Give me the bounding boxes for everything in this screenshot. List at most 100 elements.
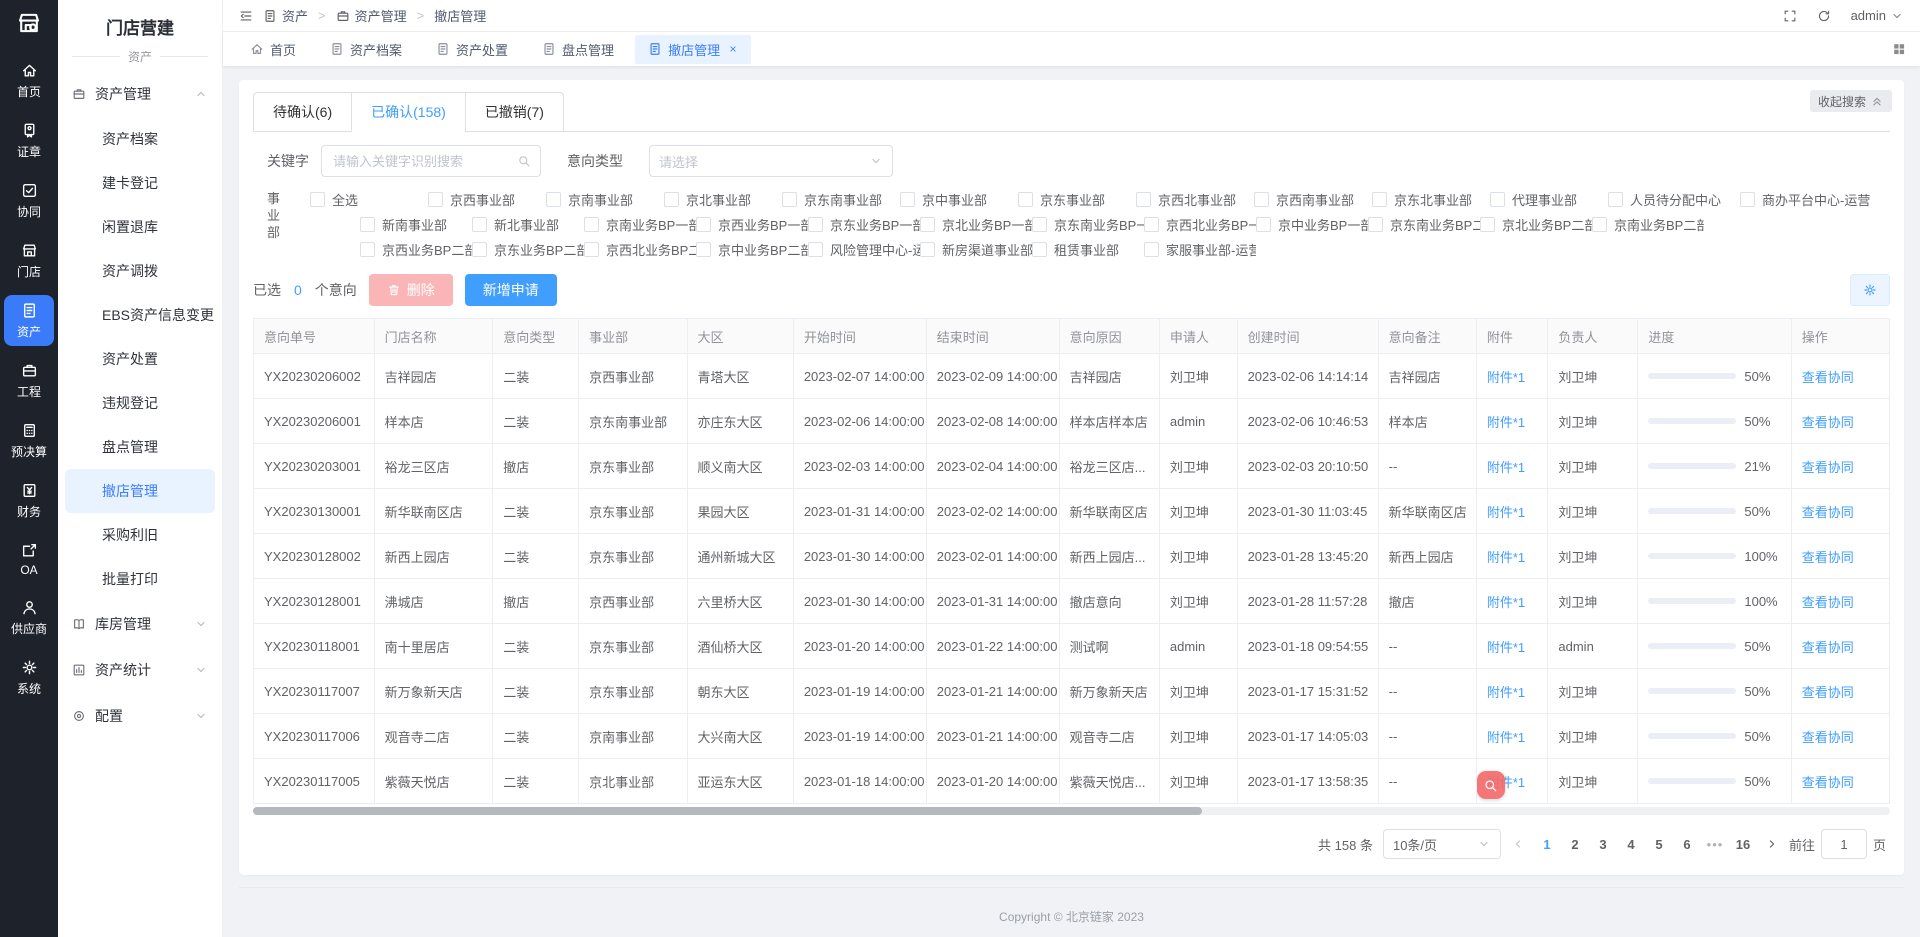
breadcrumb-item[interactable]: 撤店管理: [434, 6, 486, 25]
status-tab[interactable]: 已确认(158): [351, 92, 466, 132]
table-row[interactable]: YX20230128001沸城店撤店京西事业部六里桥大区2023-01-30 1…: [254, 579, 1890, 624]
dept-checkbox[interactable]: 京东南事业部: [782, 190, 900, 209]
dept-checkbox[interactable]: 京西北事业部: [1136, 190, 1254, 209]
user-menu[interactable]: admin: [1851, 8, 1904, 23]
status-tab[interactable]: 已撤销(7): [465, 92, 564, 132]
table-row[interactable]: YX20230206002吉祥园店二装京西事业部青塔大区2023-02-07 1…: [254, 354, 1890, 399]
refresh-icon[interactable]: [1817, 9, 1831, 23]
route-tab[interactable]: 撤店管理: [635, 35, 751, 64]
dept-checkbox[interactable]: 京东南业务BP二部: [1368, 215, 1480, 234]
attachment-link[interactable]: 附件*1: [1487, 505, 1525, 520]
tab-options-grid-icon[interactable]: [1892, 42, 1906, 56]
fullscreen-icon[interactable]: [1783, 9, 1797, 23]
prev-page-button[interactable]: [1511, 837, 1525, 851]
view-collab-link[interactable]: 查看协同: [1802, 370, 1854, 385]
dept-checkbox[interactable]: 京中业务BP二部: [696, 240, 808, 259]
attachment-link[interactable]: 附件*1: [1487, 415, 1525, 430]
delete-button[interactable]: 删除: [369, 274, 453, 306]
keyword-input[interactable]: [331, 153, 511, 170]
table-row[interactable]: YX20230118001南十里居店二装京东事业部酒仙桥大区2023-01-20…: [254, 624, 1890, 669]
table-row[interactable]: YX20230117005紫薇天悦店二装京北事业部亚运东大区2023-01-18…: [254, 759, 1890, 804]
next-page-button[interactable]: [1765, 837, 1779, 851]
close-tab-icon[interactable]: [728, 44, 738, 54]
page-number[interactable]: 4: [1619, 837, 1643, 852]
page-number[interactable]: 3: [1591, 837, 1615, 852]
page-ellipsis[interactable]: •••: [1703, 837, 1727, 852]
view-collab-link[interactable]: 查看协同: [1802, 685, 1854, 700]
dept-checkbox[interactable]: 京北业务BP二部: [1480, 215, 1592, 234]
rail-item-share[interactable]: OA: [4, 535, 54, 583]
attachment-link[interactable]: 附件*1: [1487, 370, 1525, 385]
app-logo[interactable]: [16, 10, 42, 41]
dept-checkbox[interactable]: 京东南业务BP一部: [1032, 215, 1144, 234]
dept-checkbox[interactable]: 风险管理中心-运营: [808, 240, 920, 259]
table-row[interactable]: YX20230206001样本店二装京东南事业部亦庄东大区2023-02-06 …: [254, 399, 1890, 444]
rail-item-money[interactable]: 财务: [4, 475, 54, 526]
sidebar-group-book[interactable]: 库房管理: [58, 601, 222, 647]
page-number[interactable]: 6: [1675, 837, 1699, 852]
view-collab-link[interactable]: 查看协同: [1802, 730, 1854, 745]
dept-checkbox[interactable]: 新房渠道事业部: [920, 240, 1032, 259]
sidebar-group-chart[interactable]: 资产统计: [58, 647, 222, 693]
dept-checkbox[interactable]: 京西南事业部: [1254, 190, 1372, 209]
sidebar-item[interactable]: 盘点管理: [58, 425, 222, 469]
attachment-link[interactable]: 附件*1: [1487, 460, 1525, 475]
rail-item-badge[interactable]: 证章: [4, 115, 54, 166]
attachment-link[interactable]: 附件*1: [1487, 640, 1525, 655]
breadcrumb-item[interactable]: 资产: [263, 6, 308, 25]
rail-item-home[interactable]: 首页: [4, 55, 54, 106]
route-tab[interactable]: 首页: [237, 35, 309, 64]
table-row[interactable]: YX20230203001裕龙三区店撤店京东事业部顺义南大区2023-02-03…: [254, 444, 1890, 489]
view-collab-link[interactable]: 查看协同: [1802, 595, 1854, 610]
sidebar-item[interactable]: 建卡登记: [58, 161, 222, 205]
view-collab-link[interactable]: 查看协同: [1802, 505, 1854, 520]
dept-checkbox[interactable]: 人员待分配中心: [1608, 190, 1740, 209]
route-tab[interactable]: 资产档案: [317, 35, 415, 64]
attachment-link[interactable]: 附件*1: [1487, 595, 1525, 610]
rail-item-calc[interactable]: 预决算: [4, 415, 54, 466]
dept-checkbox[interactable]: 商办平台中心-运营: [1740, 190, 1892, 209]
sidebar-item[interactable]: 采购利旧: [58, 513, 222, 557]
status-tab[interactable]: 待确认(6): [253, 92, 352, 132]
page-number[interactable]: 2: [1563, 837, 1587, 852]
table-row[interactable]: YX20230117006观音寺二店二装京南事业部大兴南大区2023-01-19…: [254, 714, 1890, 759]
attachment-link[interactable]: 附件*1: [1487, 730, 1525, 745]
sidebar-item[interactable]: EBS资产信息变更: [58, 293, 222, 337]
dept-checkbox[interactable]: 京东事业部: [1018, 190, 1136, 209]
sidebar-item[interactable]: 批量打印: [58, 557, 222, 601]
sidebar-item[interactable]: 违规登记: [58, 381, 222, 425]
view-collab-link[interactable]: 查看协同: [1802, 775, 1854, 790]
view-collab-link[interactable]: 查看协同: [1802, 640, 1854, 655]
dept-checkbox[interactable]: 京南业务BP二部: [1592, 215, 1704, 234]
add-request-button[interactable]: 新增申请: [465, 274, 557, 306]
page-number[interactable]: 16: [1731, 837, 1755, 852]
page-number[interactable]: 1: [1535, 837, 1559, 852]
dept-checkbox[interactable]: 京西北业务BP二部: [584, 240, 696, 259]
dept-checkbox[interactable]: 家服事业部-运营: [1144, 240, 1256, 259]
rail-item-tool[interactable]: 工程: [4, 355, 54, 406]
collapse-sidebar-icon[interactable]: [239, 9, 253, 23]
dept-checkbox[interactable]: 租赁事业部: [1032, 240, 1144, 259]
view-collab-link[interactable]: 查看协同: [1802, 415, 1854, 430]
sidebar-item[interactable]: 撤店管理: [65, 469, 215, 513]
dept-checkbox[interactable]: 京中事业部: [900, 190, 1018, 209]
view-collab-link[interactable]: 查看协同: [1802, 550, 1854, 565]
horizontal-scrollbar-thumb[interactable]: [253, 807, 1202, 815]
dept-checkbox[interactable]: 京东业务BP二部: [472, 240, 584, 259]
dept-checkbox-select-all[interactable]: 全选: [310, 190, 428, 209]
goto-page-input[interactable]: [1821, 829, 1867, 859]
sidebar-item[interactable]: 闲置退库: [58, 205, 222, 249]
rail-item-check-square[interactable]: 协同: [4, 175, 54, 226]
attachment-link[interactable]: 附件*1: [1487, 550, 1525, 565]
rail-item-store[interactable]: 门店: [4, 235, 54, 286]
dept-checkbox[interactable]: 京西业务BP二部: [360, 240, 472, 259]
dept-checkbox[interactable]: 京北业务BP一部: [920, 215, 1032, 234]
dept-checkbox[interactable]: 京西北业务BP一部: [1144, 215, 1256, 234]
page-number[interactable]: 5: [1647, 837, 1671, 852]
view-collab-link[interactable]: 查看协同: [1802, 460, 1854, 475]
intent-type-select[interactable]: 请选择: [649, 145, 893, 177]
dept-checkbox[interactable]: 新南事业部: [360, 215, 472, 234]
dept-checkbox[interactable]: 京西事业部: [428, 190, 546, 209]
column-settings-button[interactable]: [1850, 274, 1890, 306]
rail-item-gear[interactable]: 系统: [4, 652, 54, 703]
